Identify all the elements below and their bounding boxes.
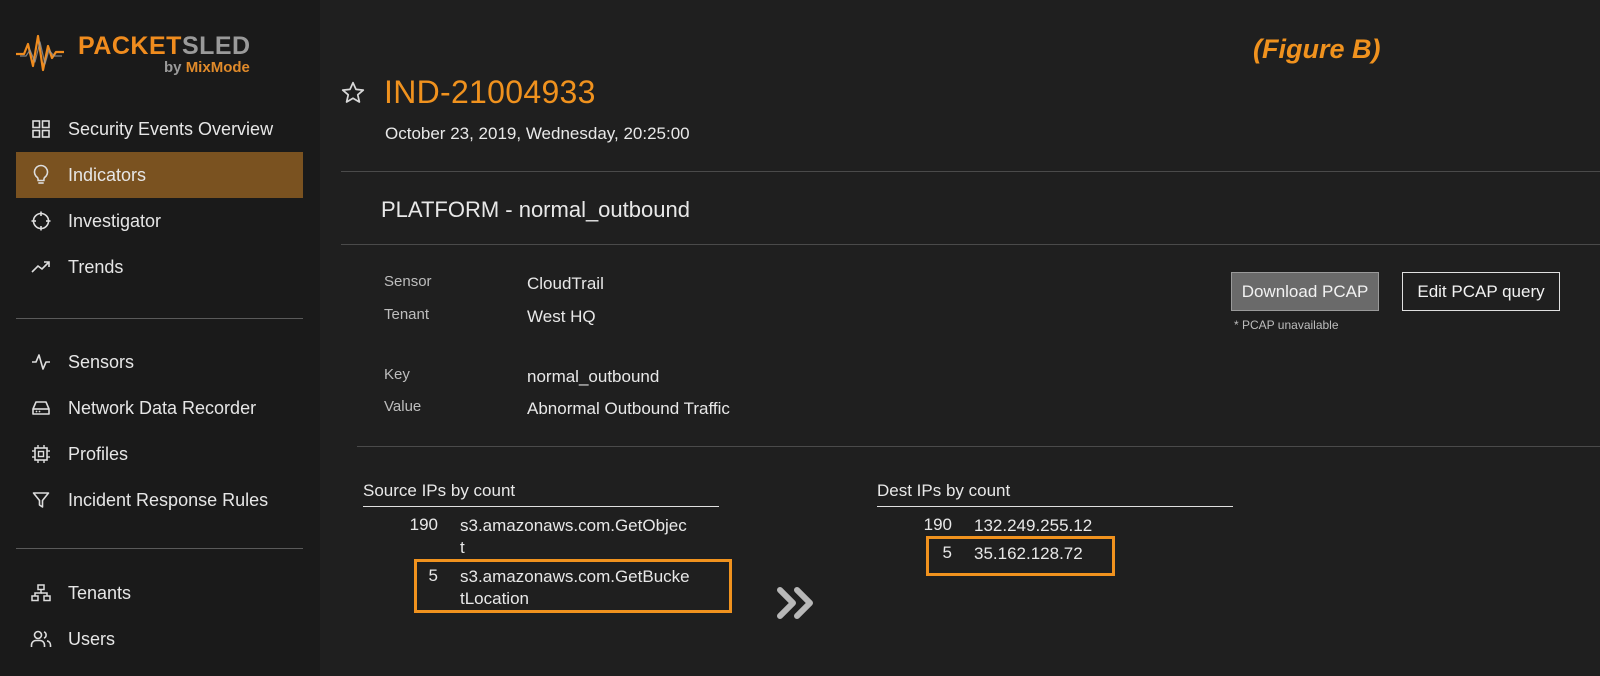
sidebar-item-label: Network Data Recorder <box>68 397 257 418</box>
source-ips-title: Source IPs by count <box>363 481 516 500</box>
sensor-value: CloudTrail <box>527 274 604 293</box>
dest-ip-count: 190 <box>923 515 952 534</box>
sidebar-item-label: Indicators <box>68 164 147 185</box>
section-title: PLATFORM - normal_outbound <box>381 197 690 222</box>
waveform-logo-icon <box>16 34 64 72</box>
sidebar-divider <box>16 318 303 319</box>
packetsled-logo[interactable]: PACKETSLED by MixMode <box>16 30 276 78</box>
sidebar-item-network-data-recorder[interactable]: Network Data Recorder <box>16 385 303 431</box>
sidebar-item-label: Incident Response Rules <box>68 489 269 510</box>
sidebar-item-label: Tenants <box>68 582 132 603</box>
brand-name: PACKETSLED <box>78 32 251 60</box>
tenant-value: West HQ <box>527 307 596 326</box>
sidebar-item-label: Profiles <box>68 443 129 464</box>
sidebar-item-label: Trends <box>68 256 124 277</box>
crosshair-icon <box>30 210 52 232</box>
hierarchy-icon <box>30 582 52 604</box>
nav-group-admin: Tenants Users <box>16 570 303 662</box>
sidebar: PACKETSLED by MixMode Security Events Ov… <box>0 0 320 676</box>
sidebar-item-label: Sensors <box>68 351 135 372</box>
figure-label: (Figure B) <box>1253 34 1381 64</box>
nav-group-data: Sensors Network Data Recorder Profiles I… <box>16 339 303 523</box>
source-ip-line: s3.amazonaws.com.GetObjec <box>460 516 687 535</box>
sidebar-item-label: Users <box>68 628 116 649</box>
divider <box>341 244 1600 245</box>
sidebar-divider <box>16 548 303 549</box>
nav-group-main: Security Events Overview Indicators Inve… <box>16 106 303 290</box>
edit-pcap-query-button[interactable]: Edit PCAP query <box>1402 272 1560 311</box>
dest-ips-underline <box>877 506 1233 507</box>
lightbulb-icon <box>30 164 52 186</box>
sidebar-item-indicators[interactable]: Indicators <box>16 152 303 198</box>
dest-ip-value[interactable]: 132.249.255.12 <box>974 515 1092 537</box>
value-value: Abnormal Outbound Traffic <box>527 399 730 418</box>
sensor-label: Sensor <box>384 273 432 290</box>
sidebar-item-trends[interactable]: Trends <box>16 244 303 290</box>
sidebar-item-investigator[interactable]: Investigator <box>16 198 303 244</box>
source-ip-line: t <box>460 538 465 557</box>
brand-byline: by MixMode <box>164 59 250 76</box>
pulse-icon <box>30 351 52 373</box>
divider <box>341 171 1600 172</box>
source-ips-underline <box>363 506 719 507</box>
indicator-timestamp: October 23, 2019, Wednesday, 20:25:00 <box>385 124 690 143</box>
drive-icon <box>30 397 52 419</box>
pcap-unavailable-note: * PCAP unavailable <box>1234 318 1339 332</box>
divider <box>357 446 1600 447</box>
sidebar-item-users[interactable]: Users <box>16 616 303 662</box>
key-value: normal_outbound <box>527 367 660 386</box>
trend-icon <box>30 256 52 278</box>
dest-ips-title: Dest IPs by count <box>877 481 1011 500</box>
favorite-star-icon[interactable] <box>340 80 366 111</box>
download-pcap-button[interactable]: Download PCAP <box>1231 272 1379 311</box>
filter-icon <box>30 489 52 511</box>
dest-highlight-box <box>926 536 1115 576</box>
source-ip-value[interactable]: s3.amazonaws.com.GetObjec t <box>460 515 687 559</box>
sidebar-item-profiles[interactable]: Profiles <box>16 431 303 477</box>
sidebar-item-label: Security Events Overview <box>68 118 274 139</box>
indicator-id-title: IND-21004933 <box>384 74 596 110</box>
key-label: Key <box>384 366 410 383</box>
sidebar-item-incident-response-rules[interactable]: Incident Response Rules <box>16 477 303 523</box>
double-chevron-right-icon <box>775 585 819 626</box>
source-highlight-box <box>414 559 732 613</box>
grid-icon <box>30 118 52 140</box>
chip-icon <box>30 443 52 465</box>
tenant-label: Tenant <box>384 306 430 323</box>
users-icon <box>30 628 52 650</box>
sidebar-item-label: Investigator <box>68 210 162 231</box>
sidebar-item-sensors[interactable]: Sensors <box>16 339 303 385</box>
source-ip-count: 190 <box>409 515 438 534</box>
sidebar-item-tenants[interactable]: Tenants <box>16 570 303 616</box>
value-label: Value <box>384 398 422 415</box>
sidebar-item-security-events-overview[interactable]: Security Events Overview <box>16 106 303 152</box>
